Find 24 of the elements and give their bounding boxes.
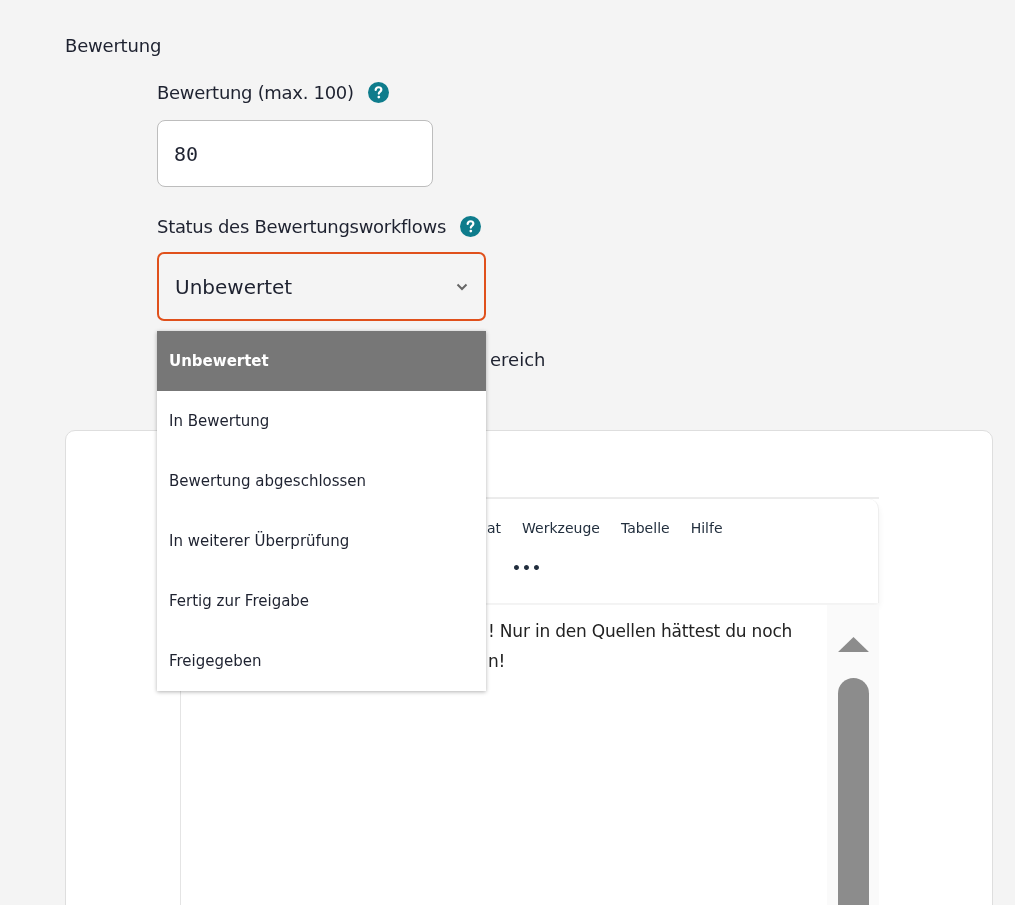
dropdown-option[interactable]: Freigegeben: [157, 631, 486, 691]
dropdown-option[interactable]: Fertig zur Freigabe: [157, 571, 486, 631]
menu-item[interactable]: at: [487, 520, 502, 536]
editor-text: ! Nur in den Quellen hättest du noch: [488, 620, 794, 643]
field-label: Status des Bewertungsworkflows: [157, 215, 446, 237]
dropdown-option[interactable]: Unbewertet: [157, 331, 486, 391]
arrow-up-icon[interactable]: [836, 637, 870, 653]
dropdown-option[interactable]: In weiterer Überprüfung: [157, 511, 486, 571]
menu-item[interactable]: Tabelle: [620, 520, 670, 536]
section-title: Bewertung: [65, 34, 163, 58]
more-button[interactable]: •••: [510, 556, 544, 580]
field-label: ereich: [490, 348, 547, 372]
scrollbar-thumb[interactable]: [837, 678, 869, 905]
menu-item[interactable]: Hilfe: [690, 520, 723, 536]
field-label: Bewertung (max. 100): [157, 81, 354, 103]
score-input[interactable]: 80: [157, 120, 433, 187]
editor-text: n!: [488, 650, 507, 673]
help-icon[interactable]: [460, 215, 481, 237]
status-select[interactable]: Unbewertet: [157, 252, 486, 321]
help-icon[interactable]: [367, 81, 389, 103]
dropdown-option[interactable]: In Bewertung: [157, 391, 486, 451]
chevron-down-icon: [456, 282, 468, 291]
dropdown-option[interactable]: Bewertung abgeschlossen: [157, 451, 486, 511]
menu-item[interactable]: Werkzeuge: [522, 520, 600, 536]
